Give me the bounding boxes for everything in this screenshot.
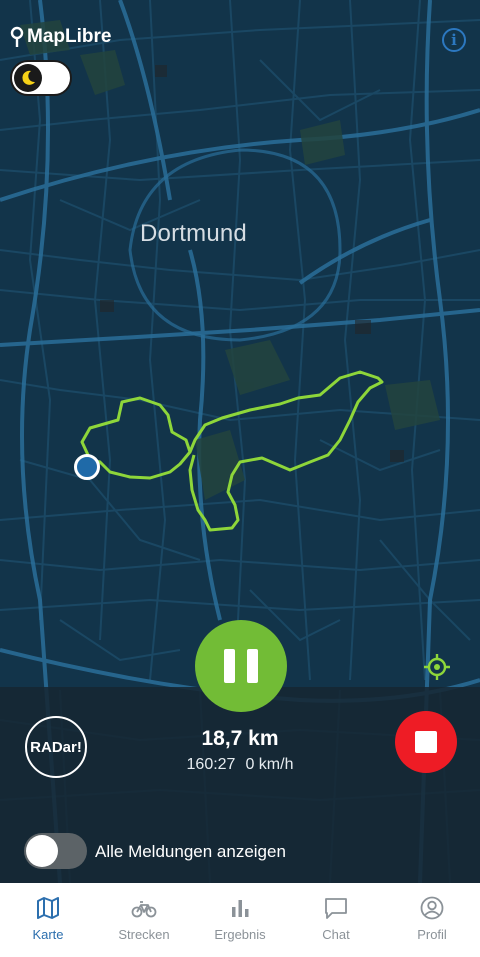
tab-profil[interactable]: Profil	[384, 883, 480, 957]
stop-button[interactable]	[395, 711, 457, 773]
pause-button[interactable]	[195, 620, 287, 712]
radar-button[interactable]: RADar!	[25, 716, 87, 778]
ride-substats: 160:27 0 km/h	[140, 754, 340, 776]
tab-chat[interactable]: Chat	[288, 883, 384, 957]
tab-label: Chat	[322, 927, 350, 942]
radar-label: RADar!	[30, 738, 82, 756]
profile-icon	[420, 896, 444, 920]
tab-ergebnis[interactable]: Ergebnis	[192, 883, 288, 957]
maplibre-attribution[interactable]: MapLibre	[10, 26, 111, 48]
pause-icon-bar-right	[247, 649, 258, 683]
dark-mode-toggle[interactable]	[10, 60, 72, 96]
toggle-knob	[26, 835, 58, 867]
show-all-reports-label: Alle Meldungen anzeigen	[95, 842, 286, 861]
tab-label: Karte	[32, 927, 64, 942]
bike-icon	[131, 901, 157, 918]
tab-karte[interactable]: Karte	[0, 883, 96, 957]
moon-icon	[22, 70, 35, 85]
stop-icon	[415, 731, 437, 753]
pause-icon-bar-left	[224, 649, 235, 683]
duration-value: 160:27	[186, 756, 236, 773]
info-icon[interactable]: i	[442, 28, 466, 52]
chat-icon	[325, 898, 347, 919]
bottom-tab-bar: Karte Strecken Ergebnis Chat Profil	[0, 883, 480, 957]
tab-label: Strecken	[118, 927, 170, 942]
current-location-marker	[74, 454, 100, 480]
city-label: Dortmund	[140, 220, 247, 247]
map-icon	[37, 897, 59, 919]
tab-label: Ergebnis	[214, 927, 266, 942]
ride-stats: 18,7 km 160:27 0 km/h	[140, 726, 340, 776]
distance-value: 18,7 km	[201, 727, 279, 750]
speed-value: 0 km/h	[245, 756, 294, 773]
bar-chart-icon	[232, 900, 249, 917]
tab-strecken[interactable]: Strecken	[96, 883, 192, 957]
map-pin-icon	[10, 26, 24, 47]
tab-label: Profil	[417, 927, 447, 942]
show-all-reports-toggle[interactable]	[24, 833, 87, 869]
toggle-knob	[14, 64, 42, 92]
attribution-label: MapLibre	[27, 26, 112, 47]
locate-me-icon[interactable]	[423, 653, 451, 681]
